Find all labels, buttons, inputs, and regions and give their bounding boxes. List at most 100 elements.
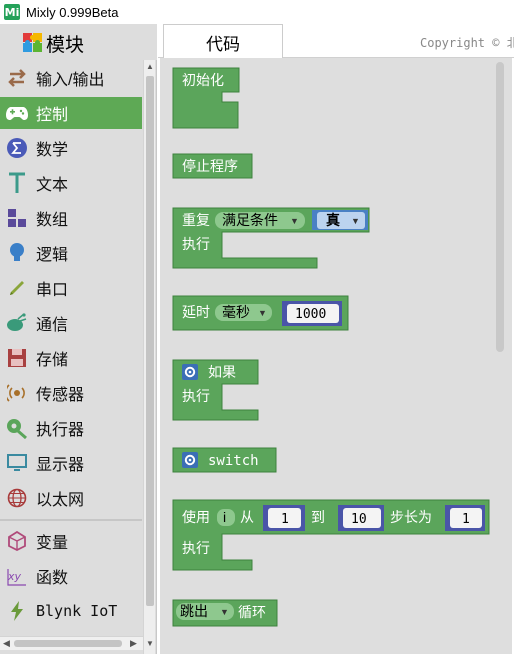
bulb-icon xyxy=(6,242,28,264)
sidebar-item-label: 控制 xyxy=(36,107,69,124)
block-repeat-while[interactable]: 重复 满足条件 ▼ 真 ▼ 执行 xyxy=(172,207,370,269)
gamepad-icon xyxy=(6,102,28,124)
scrollbar-thumb[interactable] xyxy=(146,76,154,606)
sidebar-item-label: 执行器 xyxy=(36,422,85,439)
block-label: 执行 xyxy=(182,540,210,556)
sidebar-item-label: 逻辑 xyxy=(36,247,69,264)
chevron-down-icon: ▼ xyxy=(351,216,360,226)
step-number-block[interactable]: 1 xyxy=(445,505,485,531)
delay-unit-dropdown[interactable]: 毫秒 ▼ xyxy=(215,304,272,321)
sidebar-title: 模块 xyxy=(46,35,85,56)
gear-icon[interactable] xyxy=(182,452,198,468)
sidebar-item-text[interactable]: 文本 xyxy=(0,167,142,199)
sidebar-item-logic[interactable]: 逻辑 xyxy=(0,237,142,269)
gear-icon[interactable] xyxy=(182,364,198,380)
to-number-block[interactable]: 10 xyxy=(338,505,384,531)
dropdown-value: 真 xyxy=(326,212,340,228)
sidebar-item-array[interactable]: 数组 xyxy=(0,202,142,234)
tab-code[interactable]: 代码 xyxy=(163,24,283,59)
sidebar-item-label: 以太网 xyxy=(36,492,85,509)
mixly-logo-icon: Mi xyxy=(4,4,20,20)
from-number-block[interactable]: 1 xyxy=(263,505,305,531)
block-label: 步长为 xyxy=(390,509,432,525)
sidebar-item-label: Blynk IoT xyxy=(36,602,118,620)
dropdown-value: 毫秒 xyxy=(222,304,250,320)
category-sidebar: 模块 输入/输出 控制 数学 文本 数组 逻辑 串口 通信 存储 传感器 执行器… xyxy=(0,24,157,654)
sidebar-item-control[interactable]: 控制 xyxy=(0,97,142,129)
to-value[interactable]: 10 xyxy=(351,512,367,527)
sidebar-divider xyxy=(0,519,142,521)
svg-text:xy: xy xyxy=(7,570,22,583)
sidebar-item-serial[interactable]: 串口 xyxy=(0,272,142,304)
scrollbar-thumb[interactable] xyxy=(14,640,122,647)
scroll-right-icon[interactable]: ▶ xyxy=(130,638,137,649)
window-title: Mixly 0.999Beta xyxy=(26,4,119,20)
delay-ms-value[interactable]: 1000 xyxy=(295,307,326,322)
sidebar-item-label: 传感器 xyxy=(36,387,85,404)
sidebar-item-label: 函数 xyxy=(36,570,69,587)
lightning-icon xyxy=(6,600,28,622)
block-label: 重复 xyxy=(182,212,210,228)
block-label: 延时 xyxy=(182,304,210,320)
block-label: switch xyxy=(208,453,259,469)
sidebar-item-function[interactable]: xy 函数 xyxy=(0,560,142,592)
title-bar: Mi Mixly 0.999Beta xyxy=(0,0,514,24)
scroll-down-icon[interactable]: ▼ xyxy=(146,640,154,648)
block-label: 如果 xyxy=(208,364,236,380)
dropdown-value: 满足条件 xyxy=(222,212,278,228)
number-block[interactable]: 1000 xyxy=(282,301,342,326)
copyright-text: Copyright © 北 xyxy=(420,36,514,50)
block-delay[interactable]: 延时 毫秒 ▼ 1000 xyxy=(172,295,349,331)
block-stop-program[interactable]: 停止程序 xyxy=(172,153,253,179)
block-label: 从 xyxy=(240,509,254,525)
sidebar-item-math[interactable]: 数学 xyxy=(0,132,142,164)
block-label: 停止程序 xyxy=(182,158,238,174)
break-mode-dropdown[interactable]: 跳出 ▼ xyxy=(176,603,234,620)
sidebar-item-label: 数学 xyxy=(36,142,69,159)
tab-bar: 代码 Copyright © 北 xyxy=(158,24,514,59)
block-if[interactable]: 如果 执行 xyxy=(172,359,259,421)
variable-name: i xyxy=(223,509,226,525)
sidebar-item-ethernet[interactable]: 以太网 xyxy=(0,482,142,514)
sidebar-item-label: 显示器 xyxy=(36,457,85,474)
actuator-icon xyxy=(6,417,28,439)
sidebar-item-variable[interactable]: 变量 xyxy=(0,525,142,557)
block-label: 使用 xyxy=(182,509,210,525)
sidebar-item-actuator[interactable]: 执行器 xyxy=(0,412,142,444)
sidebar-item-sensor[interactable]: 传感器 xyxy=(0,377,142,409)
sigma-icon xyxy=(6,137,28,159)
sidebar-item-label: 串口 xyxy=(36,282,69,299)
sidebar-item-comm[interactable]: 通信 xyxy=(0,307,142,339)
block-label: 执行 xyxy=(182,388,210,404)
block-label: 执行 xyxy=(182,236,210,252)
chevron-down-icon: ▼ xyxy=(220,607,229,617)
sidebar-item-display[interactable]: 显示器 xyxy=(0,447,142,479)
sidebar-item-io[interactable]: 输入/输出 xyxy=(0,62,142,94)
from-value[interactable]: 1 xyxy=(281,512,289,527)
block-setup[interactable]: 初始化 xyxy=(172,67,240,129)
block-switch[interactable]: switch xyxy=(172,447,277,473)
bool-true-block[interactable]: 真 ▼ xyxy=(312,210,368,230)
block-break-loop[interactable]: 跳出 ▼ 循环 xyxy=(172,599,278,627)
sidebar-item-label: 数组 xyxy=(36,212,69,229)
step-value[interactable]: 1 xyxy=(462,512,470,527)
dropdown-value: 跳出 xyxy=(180,603,208,619)
chevron-down-icon: ▼ xyxy=(290,216,299,226)
variable-icon xyxy=(6,530,28,552)
arrows-swap-icon xyxy=(6,67,28,89)
sidebar-vertical-scrollbar[interactable]: ▲ ▼ xyxy=(143,60,155,654)
block-label: 到 xyxy=(311,509,325,525)
block-for-loop[interactable]: 使用 i 从 1 到 10 步长为 1 执行 xyxy=(172,499,490,571)
block-flyout: 初始化 停止程序 重复 满足条件 ▼ 真 ▼ 执行 延时 毫秒 ▼ 1000 如… xyxy=(160,58,512,654)
sidebar-item-blynk[interactable]: Blynk IoT xyxy=(0,595,142,627)
sidebar-horizontal-scrollbar[interactable]: ◀ ▶ xyxy=(0,636,143,650)
sidebar-item-storage[interactable]: 存储 xyxy=(0,342,142,374)
scroll-up-icon[interactable]: ▲ xyxy=(146,63,154,71)
flyout-scrollbar-thumb[interactable] xyxy=(496,62,504,352)
loop-variable-field[interactable]: i xyxy=(217,509,235,526)
blocks-icon xyxy=(6,207,28,229)
pen-icon xyxy=(6,277,28,299)
scroll-left-icon[interactable]: ◀ xyxy=(3,638,10,649)
floppy-icon xyxy=(6,347,28,369)
repeat-mode-dropdown[interactable]: 满足条件 ▼ xyxy=(215,212,305,229)
